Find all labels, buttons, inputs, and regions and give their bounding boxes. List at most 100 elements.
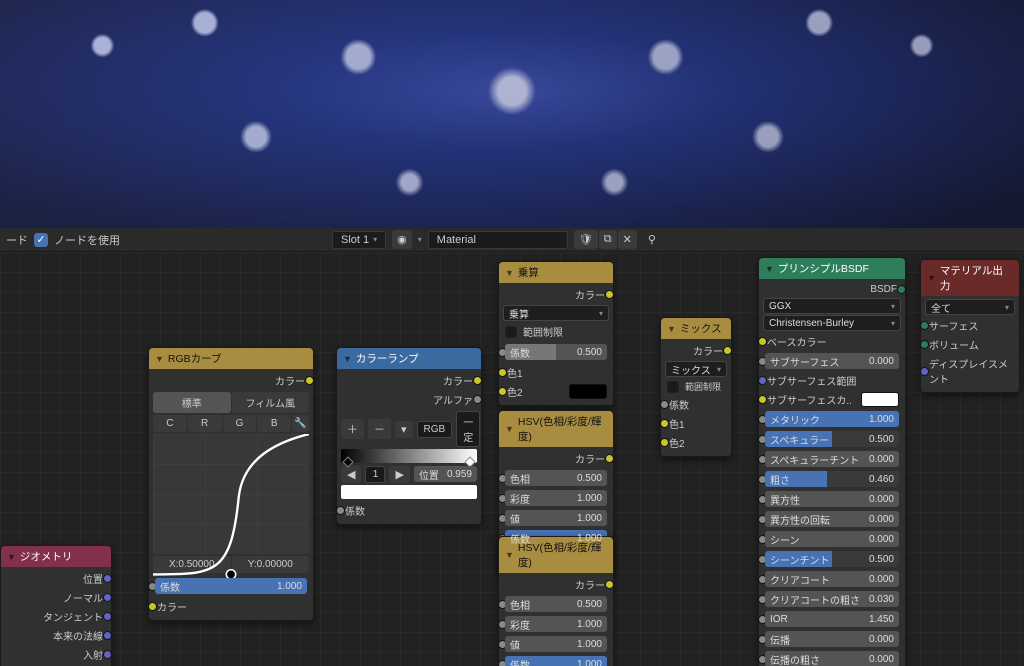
tab-filmlike[interactable]: フィルム風 xyxy=(232,392,310,413)
socket-output[interactable] xyxy=(103,574,112,583)
node-geometry[interactable]: ▼ジオメトリ 位置 ノーマル タンジェント 本来の法線 入射 後ろ向きの面 面上… xyxy=(0,545,112,666)
collapse-icon[interactable]: ▼ xyxy=(667,324,676,334)
slider-sat[interactable]: 彩度1.000 xyxy=(505,616,607,632)
socket-input[interactable] xyxy=(920,340,929,349)
slider-sheen[interactable]: シーン0.000 xyxy=(765,531,899,547)
node-material-output[interactable]: ▼マテリアル出力 全て▾ サーフェス ボリューム ディスプレイスメント xyxy=(920,259,1020,393)
socket-input[interactable] xyxy=(660,400,669,409)
node-hsv-2[interactable]: ▼HSV(色相/彩度/輝度) カラー 色相0.500 彩度1.000 値1.00… xyxy=(498,536,614,666)
socket-input[interactable] xyxy=(498,387,507,396)
blend-mode-dropdown[interactable]: ミックス▾ xyxy=(665,361,727,377)
node-color-ramp[interactable]: ▼カラーランプ カラー アルファ ＋ － ▾ RGB 一定 ◀ 1 ▶ 位置0.… xyxy=(336,347,482,525)
node-multiply[interactable]: ▼乗算 カラー 乗算▾ 範囲制限 係数0.500 色1 色2 xyxy=(498,261,614,406)
ramp-color-swatch[interactable] xyxy=(341,485,477,499)
shield-icon[interactable]: 🛡 xyxy=(574,230,598,249)
slider-ior[interactable]: IOR1.450 xyxy=(765,611,899,627)
color-swatch[interactable] xyxy=(861,392,899,407)
tab-b[interactable]: B xyxy=(257,415,291,432)
ramp-position-slider[interactable]: 位置0.959 xyxy=(414,466,477,482)
collapse-icon[interactable]: ▼ xyxy=(505,268,514,278)
collapse-icon[interactable]: ▼ xyxy=(927,273,936,283)
socket-output[interactable] xyxy=(723,346,732,355)
slider-specular-tint[interactable]: スペキュラーチント0.000 xyxy=(765,451,899,467)
ramp-index-field[interactable]: 1 xyxy=(365,466,385,483)
ramp-interp-dropdown[interactable]: 一定 xyxy=(456,411,480,447)
socket-output[interactable] xyxy=(103,612,112,621)
collapse-icon[interactable]: ▼ xyxy=(765,264,774,274)
distribution-dropdown[interactable]: GGX▾ xyxy=(763,298,901,314)
socket-output[interactable] xyxy=(897,285,906,294)
ramp-add-icon[interactable]: ＋ xyxy=(341,419,364,439)
clamp-checkbox[interactable] xyxy=(505,326,517,338)
slider-roughness[interactable]: 粗さ0.460 xyxy=(765,471,899,487)
slider-hue[interactable]: 色相0.500 xyxy=(505,470,607,486)
slider-clearcoat-rough[interactable]: クリアコートの粗さ0.030 xyxy=(765,591,899,607)
socket-output[interactable] xyxy=(473,376,482,385)
socket-input[interactable] xyxy=(758,376,767,385)
node-principled-bsdf[interactable]: ▼プリンシプルBSDF BSDF GGX▾ Christensen-Burley… xyxy=(758,257,906,666)
ramp-next-icon[interactable]: ▶ xyxy=(389,466,409,483)
color-swatch[interactable] xyxy=(569,384,607,399)
collapse-icon[interactable]: ▼ xyxy=(505,550,514,560)
collapse-icon[interactable]: ▼ xyxy=(505,424,514,434)
socket-output[interactable] xyxy=(103,650,112,659)
tab-g[interactable]: G xyxy=(223,415,257,432)
socket-input[interactable] xyxy=(660,438,669,447)
slider-sat[interactable]: 彩度1.000 xyxy=(505,490,607,506)
curve-canvas[interactable] xyxy=(153,434,309,554)
collapse-icon[interactable]: ▼ xyxy=(7,552,16,562)
node-rgb-curves[interactable]: ▼RGBカーブ カラー 標準 フィルム風 C R G B 🔧 X:0. xyxy=(148,347,314,621)
slider-metallic[interactable]: メタリック1.000 xyxy=(765,411,899,427)
node-editor-canvas[interactable]: ▼ジオメトリ 位置 ノーマル タンジェント 本来の法線 入射 後ろ向きの面 面上… xyxy=(0,252,1024,666)
slider-transmission-rough[interactable]: 伝播の粗さ0.000 xyxy=(765,651,899,666)
ramp-prev-icon[interactable]: ◀ xyxy=(341,466,361,483)
unlink-icon[interactable]: ✕ xyxy=(618,230,637,249)
socket-input[interactable] xyxy=(920,321,929,330)
clamp-checkbox[interactable] xyxy=(667,381,679,393)
sss-method-dropdown[interactable]: Christensen-Burley▾ xyxy=(763,315,901,331)
slot-dropdown[interactable]: Slot 1▾ xyxy=(332,231,386,249)
use-nodes-checkbox[interactable]: ✓ xyxy=(34,233,48,247)
slider-fac[interactable]: 係数1.000 xyxy=(505,656,607,666)
slider-sheen-tint[interactable]: シーンチント0.500 xyxy=(765,551,899,567)
slider-transmission[interactable]: 伝播0.000 xyxy=(765,631,899,647)
socket-output[interactable] xyxy=(103,631,112,640)
slider-aniso[interactable]: 異方性0.000 xyxy=(765,491,899,507)
color-ramp-gradient[interactable] xyxy=(341,449,477,463)
slider-fac[interactable]: 係数0.500 xyxy=(505,344,607,360)
socket-output[interactable] xyxy=(605,454,614,463)
material-browse-icon[interactable]: ◉ xyxy=(392,230,412,249)
slider-fac[interactable]: 係数1.000 xyxy=(155,578,307,594)
slider-clearcoat[interactable]: クリアコート0.000 xyxy=(765,571,899,587)
collapse-icon[interactable]: ▼ xyxy=(343,354,352,364)
slider-val[interactable]: 値1.000 xyxy=(505,510,607,526)
ramp-remove-icon[interactable]: － xyxy=(368,419,391,439)
socket-input[interactable] xyxy=(660,419,669,428)
tab-tools-icon[interactable]: 🔧 xyxy=(292,415,309,432)
copy-icon[interactable]: ⧉ xyxy=(599,230,617,249)
ramp-mode-dropdown[interactable]: RGB xyxy=(417,421,453,438)
socket-input[interactable] xyxy=(758,337,767,346)
slider-hue[interactable]: 色相0.500 xyxy=(505,596,607,612)
socket-output[interactable] xyxy=(605,580,614,589)
slider-val[interactable]: 値1.000 xyxy=(505,636,607,652)
socket-output[interactable] xyxy=(305,376,314,385)
socket-input[interactable] xyxy=(498,368,507,377)
socket-input[interactable] xyxy=(148,602,157,611)
viewport-3d[interactable] xyxy=(0,0,1024,228)
output-target-dropdown[interactable]: 全て▾ xyxy=(925,299,1015,315)
blend-mode-dropdown[interactable]: 乗算▾ xyxy=(503,305,609,321)
collapse-icon[interactable]: ▼ xyxy=(155,354,164,364)
material-name-input[interactable]: Material xyxy=(428,231,568,249)
socket-output[interactable] xyxy=(103,593,112,602)
ramp-menu-icon[interactable]: ▾ xyxy=(395,421,413,438)
socket-input[interactable] xyxy=(336,506,345,515)
socket-output[interactable] xyxy=(605,290,614,299)
pin-icon[interactable]: ⚲ xyxy=(643,230,661,249)
tab-standard[interactable]: 標準 xyxy=(153,392,231,413)
socket-output[interactable] xyxy=(473,395,482,404)
slider-aniso-rot[interactable]: 異方性の回転0.000 xyxy=(765,511,899,527)
slider-specular[interactable]: スペキュラー0.500 xyxy=(765,431,899,447)
socket-input[interactable] xyxy=(920,367,929,376)
slider-subsurface[interactable]: サブサーフェス0.000 xyxy=(765,353,899,369)
